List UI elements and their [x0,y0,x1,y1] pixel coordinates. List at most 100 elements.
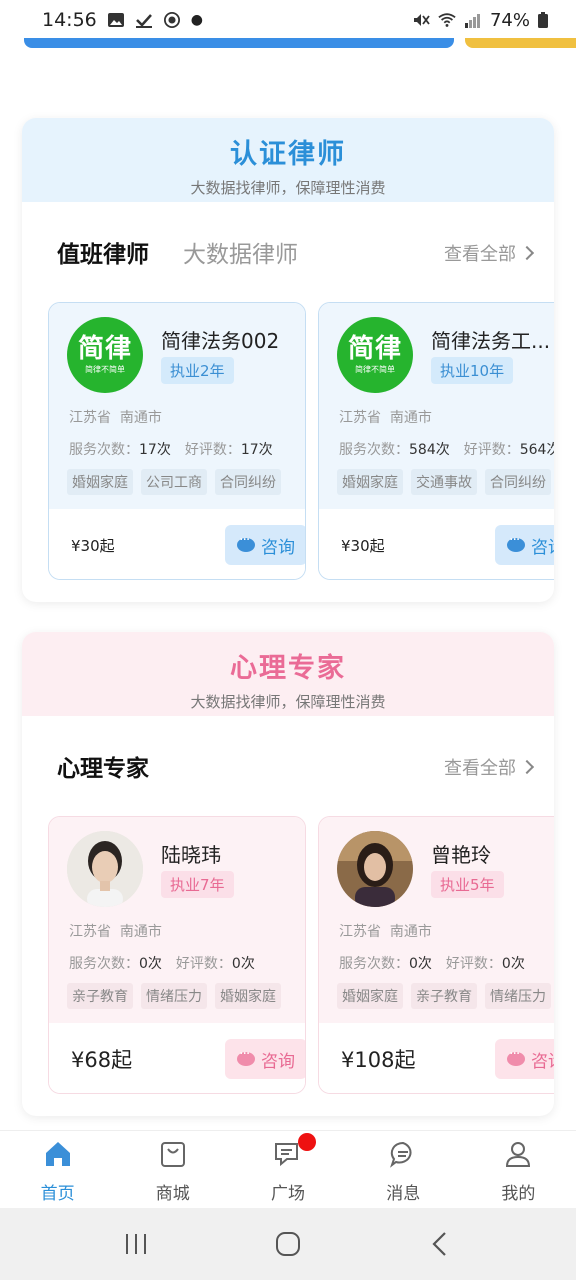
nav-label: 首页 [40,1184,75,1204]
chat-bubble-icon [507,1046,525,1066]
rating-count: 17次 [240,442,273,458]
view-all-link[interactable]: 查看全部 [444,754,535,780]
section-subtitle: 大数据找律师，保障理性消费 [190,179,386,197]
tag-list: 亲子教育 情绪压力 婚姻家庭 [67,983,281,1009]
signal-icon [464,14,480,28]
bottom-nav: 首页 商城 广场 消息 我的 [0,1130,576,1208]
nav-square[interactable]: 广场 [230,1131,345,1208]
service-count-label: 服务次数： [69,956,139,972]
section-title: 心理专家 [230,653,346,684]
lawyer-card[interactable]: 简律 简律不简单 简律法务工... 执业10年 江苏省 南通市 服务次数：584… [318,302,554,580]
specialty-tag: 合同纠纷 [215,469,281,495]
specialty-tag: 婚姻家庭 [215,983,281,1009]
specialty-tag: 情绪压力 [141,983,207,1009]
nav-messages[interactable]: 消息 [346,1131,461,1208]
nav-profile[interactable]: 我的 [461,1131,576,1208]
price: ¥30起 [71,536,115,555]
location: 江苏省 南通市 [69,921,162,941]
recent-apps-button[interactable] [116,1224,156,1264]
consult-button[interactable]: 咨询 [225,525,305,565]
consult-button[interactable]: 咨询 [495,1039,554,1079]
practice-years-badge: 执业7年 [161,871,234,898]
home-button[interactable] [268,1224,308,1264]
consult-button[interactable]: 咨询 [495,525,554,565]
psychology-section-header: 心理专家 大数据找律师，保障理性消费 [22,632,554,716]
nav-label: 我的 [501,1184,536,1204]
specialty-tag: 婚姻家庭 [337,469,403,495]
chevron-right-icon [519,245,535,261]
expert-card[interactable]: 曾艳玲 执业5年 江苏省 南通市 服务次数：0次 好评数：0次 婚姻家庭 亲子教育… [318,816,554,1094]
back-button[interactable] [420,1224,460,1264]
specialty-tag: 交通事故 [411,469,477,495]
specialty-tag: 婚姻家庭 [67,469,133,495]
logo-slogan: 简律不简单 [355,365,395,374]
expert-name: 陆晓玮 [161,843,221,867]
tab-bigdata-lawyer[interactable]: 大数据律师 [183,235,298,269]
profile-icon [506,1142,531,1167]
rating-count-label: 好评数： [445,956,502,972]
city: 南通市 [119,924,162,940]
location: 江苏省 南通市 [69,407,162,427]
consult-label: 咨询 [531,1051,554,1072]
rating-count: 0次 [501,956,525,972]
rating-count: 0次 [231,956,255,972]
system-nav-bar [0,1208,576,1280]
section-title: 认证律师 [230,139,346,170]
nav-label: 广场 [271,1184,305,1204]
status-time: 14:56 [42,9,97,31]
lawyer-logo-avatar: 简律 简律不简单 [337,317,413,393]
tab-psychology-expert[interactable]: 心理专家 [57,749,149,783]
price: ¥30起 [341,536,385,555]
sync-icon [163,12,180,28]
specialty-tag: 情绪压力 [485,983,551,1009]
practice-years-badge: 执业5年 [431,871,504,898]
stats: 服务次数：0次 好评数：0次 [339,953,539,973]
tag-list: 婚姻家庭 交通事故 合同纠纷 [337,469,551,495]
view-all-label: 查看全部 [444,244,516,265]
service-count-label: 服务次数： [339,956,409,972]
battery-icon [538,12,548,28]
lawyer-card[interactable]: 简律 简律不简单 简律法务002 执业2年 江苏省 南通市 服务次数：17次 好评… [48,302,306,580]
location: 江苏省 南通市 [339,407,432,427]
chevron-right-icon [519,759,535,775]
expert-name: 曾艳玲 [431,843,491,867]
service-count: 584次 [409,442,450,458]
specialty-tag: 公司工商 [141,469,207,495]
logo-slogan: 简律不简单 [85,365,125,374]
recent-apps-icon [126,1234,146,1254]
service-count: 17次 [139,442,171,458]
consult-label: 咨询 [261,1051,295,1072]
expert-avatar [337,831,413,907]
logo-text: 简律 [77,334,132,364]
rating-count-label: 好评数： [184,442,241,458]
nav-shop[interactable]: 商城 [115,1131,230,1208]
portrait-image [337,831,413,907]
specialty-tag: 亲子教育 [411,983,477,1009]
banner-strip[interactable] [24,38,454,48]
view-all-link[interactable]: 查看全部 [444,240,535,266]
expert-avatar [67,831,143,907]
check-icon [135,14,152,28]
province: 江苏省 [69,410,111,426]
practice-years-badge: 执业2年 [161,357,234,384]
home-circle-icon [276,1232,300,1256]
message-icon [390,1141,412,1168]
tab-duty-lawyer[interactable]: 值班律师 [57,235,149,269]
banner-strip-next[interactable] [465,38,576,48]
city: 南通市 [389,924,432,940]
stats: 服务次数：17次 好评数：17次 [69,439,287,459]
consult-button[interactable]: 咨询 [225,1039,305,1079]
lawyer-cards: 简律 简律不简单 简律法务002 执业2年 江苏省 南通市 服务次数：17次 好评… [22,302,554,602]
psychology-tabs: 心理专家 查看全部 [22,716,554,816]
rating-count-label: 好评数： [175,956,232,972]
nav-home[interactable]: 首页 [0,1131,115,1208]
rating-count-label: 好评数： [463,442,520,458]
lawyer-name: 简律法务工... [431,329,551,353]
expert-card[interactable]: 陆晓玮 执业7年 江苏省 南通市 服务次数：0次 好评数：0次 亲子教育 情绪压力… [48,816,306,1094]
mute-icon [413,14,430,26]
location: 江苏省 南通市 [339,921,432,941]
price: ¥108起 [341,1048,416,1072]
service-count: 0次 [139,956,162,972]
tag-list: 婚姻家庭 公司工商 合同纠纷 [67,469,281,495]
psychology-section: 心理专家 大数据找律师，保障理性消费 心理专家 查看全部 陆晓玮 执业7年 江苏… [22,632,554,1116]
